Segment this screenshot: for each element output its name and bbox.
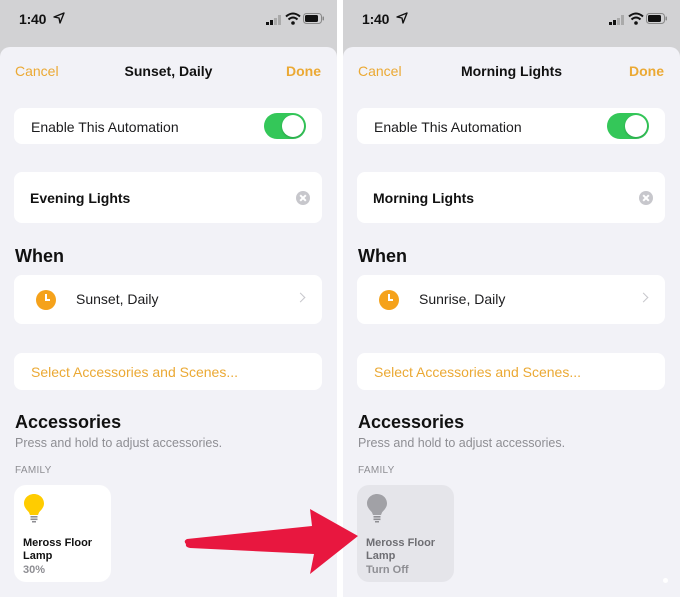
accessory-name: Meross Floor Lamp xyxy=(23,537,93,562)
automation-sheet: Cancel Morning Lights Done Enable This A… xyxy=(343,47,680,597)
nav-bar: Cancel Sunset, Daily Done xyxy=(0,47,337,95)
location-arrow-icon xyxy=(396,12,408,24)
accessory-state: Turn Off xyxy=(366,564,409,576)
accessory-state: 30% xyxy=(23,564,46,576)
chevron-right-icon xyxy=(295,292,306,303)
status-bar: 1:40 xyxy=(0,0,337,40)
accessories-hint: Press and hold to adjust accessories. xyxy=(358,436,566,450)
when-heading: When xyxy=(15,246,64,266)
wifi-icon xyxy=(628,12,644,25)
automation-name-field[interactable]: Evening Lights xyxy=(14,172,322,223)
cellular-signal-icon xyxy=(266,15,281,25)
enable-automation-toggle[interactable] xyxy=(264,113,306,139)
page-indicator-dot xyxy=(663,578,668,583)
automation-name-value[interactable]: Morning Lights xyxy=(373,190,474,206)
done-button[interactable]: Done xyxy=(629,63,664,79)
enable-automation-toggle[interactable] xyxy=(607,113,649,139)
when-trigger-row[interactable]: Sunset, Daily xyxy=(14,275,322,324)
battery-icon xyxy=(303,13,324,24)
automation-name-field[interactable]: Morning Lights xyxy=(357,172,665,223)
status-time: 1:40 xyxy=(362,11,390,27)
enable-automation-row: Enable This Automation xyxy=(357,108,665,144)
when-trigger-label: Sunset, Daily xyxy=(76,291,159,307)
lightbulb-icon xyxy=(367,494,387,523)
accessories-hint: Press and hold to adjust accessories. xyxy=(15,436,223,450)
accessory-tile[interactable]: Meross Floor Lamp Turn Off xyxy=(357,485,454,582)
toggle-knob xyxy=(625,115,647,137)
wifi-icon xyxy=(285,12,301,25)
accessories-heading: Accessories xyxy=(15,412,122,432)
status-time: 1:40 xyxy=(19,11,47,27)
when-trigger-label: Sunrise, Daily xyxy=(419,291,506,307)
done-button[interactable]: Done xyxy=(286,63,321,79)
status-bar: 1:40 xyxy=(343,0,680,40)
select-accessories-label: Select Accessories and Scenes... xyxy=(374,364,581,380)
group-label: FAMILY xyxy=(358,465,395,476)
select-accessories-label: Select Accessories and Scenes... xyxy=(31,364,238,380)
nav-bar: Cancel Morning Lights Done xyxy=(343,47,680,95)
clock-icon xyxy=(379,290,399,310)
lightbulb-icon xyxy=(24,494,44,523)
select-accessories-button[interactable]: Select Accessories and Scenes... xyxy=(14,353,322,390)
chevron-right-icon xyxy=(638,292,649,303)
cellular-signal-icon xyxy=(609,15,624,25)
enable-automation-label: Enable This Automation xyxy=(31,119,179,135)
automation-name-value[interactable]: Evening Lights xyxy=(30,190,130,206)
battery-icon xyxy=(646,13,667,24)
clear-text-icon[interactable] xyxy=(639,191,653,205)
enable-automation-label: Enable This Automation xyxy=(374,119,522,135)
clock-icon xyxy=(36,290,56,310)
location-arrow-icon xyxy=(53,12,65,24)
annotation-arrow-icon xyxy=(184,509,358,574)
clear-text-icon[interactable] xyxy=(296,191,310,205)
accessory-name: Meross Floor Lamp xyxy=(366,537,436,562)
enable-automation-row: Enable This Automation xyxy=(14,108,322,144)
accessories-heading: Accessories xyxy=(358,412,465,432)
group-label: FAMILY xyxy=(15,465,52,476)
accessory-tile[interactable]: Meross Floor Lamp 30% xyxy=(14,485,111,582)
select-accessories-button[interactable]: Select Accessories and Scenes... xyxy=(357,353,665,390)
toggle-knob xyxy=(282,115,304,137)
when-trigger-row[interactable]: Sunrise, Daily xyxy=(357,275,665,324)
when-heading: When xyxy=(358,246,407,266)
automation-pane-morning: 1:40 Cancel Morning Lights Done Enable T… xyxy=(343,0,680,597)
